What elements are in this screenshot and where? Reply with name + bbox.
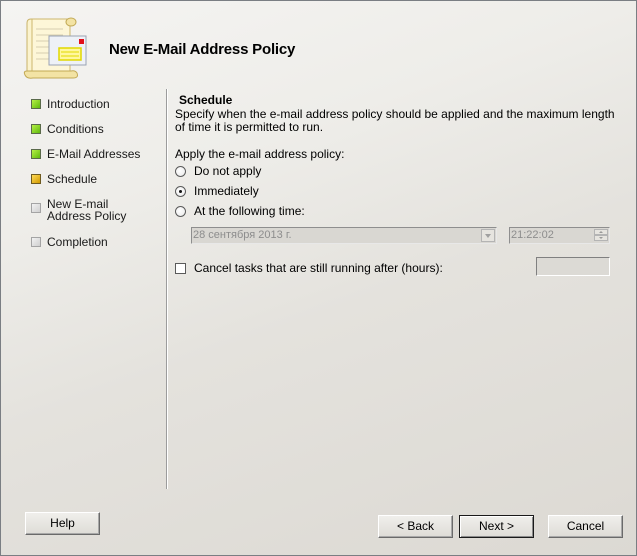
date-picker[interactable]: 28 сентября 2013 г. (191, 227, 497, 244)
hours-input[interactable] (536, 257, 610, 276)
step-label: Completion (47, 235, 108, 249)
step-completion[interactable]: Completion (31, 236, 155, 248)
step-conditions[interactable]: Conditions (31, 123, 155, 135)
radio-at-following-time[interactable]: At the following time: (175, 204, 305, 218)
radio-label: Do not apply (194, 164, 262, 178)
step-label: E-Mail Addresses (47, 147, 141, 161)
scroll-envelope-icon (23, 15, 93, 81)
chevron-down-icon[interactable] (481, 229, 495, 242)
step-complete-icon (31, 149, 41, 159)
step-introduction[interactable]: Introduction (31, 98, 155, 110)
cancel-tasks-checkbox[interactable] (175, 262, 186, 274)
next-button[interactable]: Next > (459, 515, 534, 538)
radio-button[interactable] (175, 165, 186, 177)
section-title: Schedule (179, 93, 233, 107)
step-current-icon (31, 174, 41, 184)
cancel-button[interactable]: Cancel (548, 515, 623, 538)
wizard-title: New E-Mail Address Policy (109, 41, 296, 58)
radio-label: Immediately (194, 184, 259, 198)
date-value: 28 сентября 2013 г. (193, 229, 292, 241)
radio-button[interactable] (175, 185, 186, 197)
cancel-tasks-label: Cancel tasks that are still running afte… (194, 261, 443, 275)
section-description: Specify when the e-mail address policy s… (175, 107, 615, 134)
wizard-window: New E-Mail Address Policy Introduction C… (0, 0, 637, 556)
cancel-tasks-checkbox-row[interactable]: Cancel tasks that are still running afte… (175, 261, 443, 275)
step-schedule[interactable]: Schedule (31, 173, 155, 185)
time-spinner[interactable] (594, 229, 608, 242)
step-label: Schedule (47, 172, 98, 186)
step-pending-icon (31, 237, 41, 247)
apply-policy-label: Apply the e-mail address policy: (175, 147, 345, 161)
step-email-addresses[interactable]: E-Mail Addresses (31, 148, 155, 160)
step-label: Introduction (47, 97, 110, 111)
step-complete-icon (31, 124, 41, 134)
radio-do-not-apply[interactable]: Do not apply (175, 164, 261, 178)
help-button[interactable]: Help (25, 512, 100, 535)
vertical-divider (166, 89, 167, 489)
radio-label: At the following time: (194, 204, 305, 218)
radio-button[interactable] (175, 205, 186, 217)
time-value: 21:22:02 (511, 229, 554, 241)
step-pending-icon (31, 203, 41, 213)
back-button[interactable]: < Back (378, 515, 453, 538)
step-new-policy[interactable]: New E-mail Address Policy (31, 198, 155, 222)
radio-immediately[interactable]: Immediately (175, 184, 259, 198)
step-label: New E-mail Address Policy (47, 197, 127, 223)
spin-down-icon[interactable] (594, 235, 608, 241)
step-complete-icon (31, 99, 41, 109)
time-picker[interactable]: 21:22:02 (509, 227, 610, 244)
step-label: Conditions (47, 122, 104, 136)
